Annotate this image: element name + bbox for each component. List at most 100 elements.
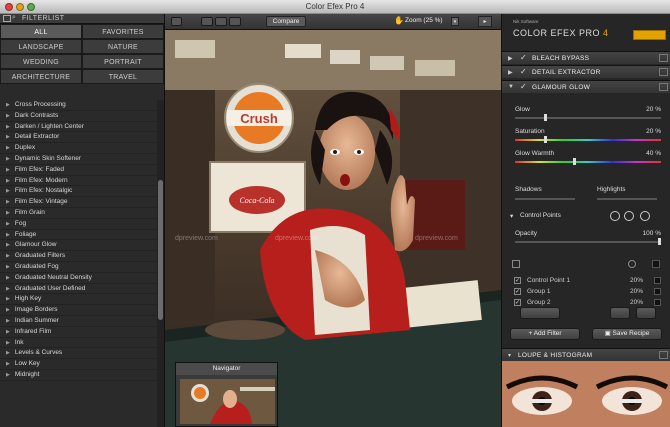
- section-glamour-glow[interactable]: ▼ ✓ GLAMOUR GLOW: [502, 80, 670, 93]
- filter-list-item[interactable]: ▶ Film Efex: Modern: [0, 176, 157, 187]
- filter-list-item[interactable]: ▶ Film Efex: Vintage: [0, 197, 157, 208]
- filter-list-item[interactable]: ▶ Film Grain: [0, 208, 157, 219]
- filter-list-item[interactable]: ▶ Film Efex: Nostalgic: [0, 186, 157, 198]
- chevron-down-icon[interactable]: ▾: [510, 212, 513, 220]
- slider-knob[interactable]: [658, 238, 661, 245]
- filter-list-item[interactable]: ▶ Foliage: [0, 230, 157, 241]
- split-view-button[interactable]: [215, 17, 227, 26]
- section-options-icon[interactable]: [659, 54, 668, 62]
- section-options-icon[interactable]: [659, 83, 668, 91]
- slider-track[interactable]: [515, 158, 661, 165]
- filter-list-item[interactable]: ▶ Infrared Film: [0, 327, 157, 338]
- section-loupe-histogram[interactable]: ▾ LOUPE & HISTOGRAM: [502, 348, 670, 361]
- category-portrait[interactable]: PORTRAIT: [82, 54, 164, 69]
- control-point-row[interactable]: ✓ Group 1 20%: [502, 287, 670, 298]
- filter-list-item[interactable]: ▶ Graduated Fog: [0, 262, 157, 273]
- toggle-right-panel-button[interactable]: ▸: [478, 16, 492, 27]
- checkbox[interactable]: ✓: [514, 277, 521, 284]
- mask-swatch-icon[interactable]: [652, 260, 660, 268]
- glow-warmth-slider[interactable]: Glow Warmth 40 %: [502, 148, 670, 168]
- mask-swatch-icon[interactable]: [654, 277, 661, 284]
- pin-icon[interactable]: [659, 351, 668, 359]
- filter-list-item[interactable]: ▶ Levels & Curves: [0, 348, 157, 360]
- group-control-point-button[interactable]: [636, 307, 656, 319]
- section-bleach-bypass[interactable]: ▶ ✓ BLEACH BYPASS: [502, 51, 670, 64]
- section-detail-extractor[interactable]: ▶ ✓ DETAIL EXTRACTOR: [502, 65, 670, 78]
- category-wedding[interactable]: WEDDING: [0, 54, 82, 69]
- shadows-label[interactable]: Shadows: [515, 186, 542, 193]
- chevron-down-icon[interactable]: ▾: [508, 352, 511, 359]
- glow-slider[interactable]: Glow 20 %: [502, 104, 670, 124]
- duplicate-control-point-button[interactable]: [610, 307, 630, 319]
- visibility-toggle-icon[interactable]: [512, 260, 520, 268]
- add-filter-button[interactable]: + Add Filter: [510, 328, 580, 340]
- save-recipe-button[interactable]: ▣ Save Recipe: [592, 328, 662, 340]
- image-canvas[interactable]: Crush Coca-Cola dpreview.com dpreview.co…: [165, 30, 501, 427]
- slider-knob[interactable]: [573, 158, 576, 165]
- remove-control-point-button[interactable]: [520, 307, 560, 319]
- filter-list-item[interactable]: ▶ Graduated Neutral Density: [0, 273, 157, 284]
- category-architecture[interactable]: ARCHITECTURE: [0, 69, 82, 84]
- circle-icon[interactable]: [628, 260, 636, 268]
- filter-list-item[interactable]: ▶ Dark Contrasts: [0, 111, 157, 122]
- navigator-thumbnail[interactable]: [180, 379, 275, 424]
- hand-tool-icon[interactable]: ✋: [393, 16, 405, 27]
- filter-list-item[interactable]: ▶ Graduated User Defined: [0, 284, 157, 295]
- checkmark-icon[interactable]: ✓: [520, 82, 527, 91]
- control-point-row[interactable]: ✓ Control Point 1 20%: [502, 276, 670, 287]
- opacity-slider[interactable]: Opacity 100 %: [502, 228, 670, 248]
- shadows-track[interactable]: [515, 198, 575, 200]
- zoom-dropdown[interactable]: ▾: [451, 17, 459, 26]
- chevron-right-icon[interactable]: ▶: [508, 69, 513, 76]
- slider-track[interactable]: [515, 114, 661, 121]
- filter-list-item[interactable]: ▶ Glamour Glow: [0, 240, 157, 252]
- slider-knob[interactable]: [544, 114, 547, 121]
- slider-track[interactable]: [515, 238, 661, 245]
- chevron-down-icon[interactable]: ▼: [508, 84, 514, 90]
- checkmark-icon[interactable]: ✓: [520, 53, 527, 62]
- side-by-side-view-button[interactable]: [229, 17, 241, 26]
- add-control-point-icon[interactable]: [610, 211, 620, 221]
- filter-list-item[interactable]: ▶ High Key: [0, 294, 157, 306]
- category-landscape[interactable]: LANDSCAPE: [0, 39, 82, 54]
- filter-list-scrollbar[interactable]: [157, 100, 164, 427]
- mask-swatch-icon[interactable]: [654, 299, 661, 306]
- control-point-icon[interactable]: [640, 211, 650, 221]
- category-travel[interactable]: TRAVEL: [82, 69, 164, 84]
- filter-list-item[interactable]: ▶ Detail Extractor: [0, 132, 157, 144]
- category-all[interactable]: ALL: [0, 24, 82, 39]
- filter-list-item[interactable]: ▶ Indian Summer: [0, 316, 157, 327]
- loupe-preview[interactable]: [502, 361, 670, 427]
- filter-list-item[interactable]: ▶ Graduated Filters: [0, 251, 157, 262]
- filter-list-item[interactable]: ▶ Midnight: [0, 370, 157, 381]
- toggle-filterlist-button[interactable]: [171, 17, 182, 26]
- filter-list-item[interactable]: ▶ Image Borders: [0, 305, 157, 316]
- filter-list-item[interactable]: ▶ Fog: [0, 219, 157, 230]
- filter-list-item[interactable]: ▶ Low Key: [0, 359, 157, 370]
- compare-button[interactable]: Compare: [266, 16, 306, 27]
- checkbox[interactable]: ✓: [514, 288, 521, 295]
- mask-swatch-icon[interactable]: [654, 288, 661, 295]
- filter-list-item[interactable]: ▶ Duplex: [0, 143, 157, 154]
- highlights-label[interactable]: Highlights: [597, 186, 626, 193]
- filter-list-item[interactable]: ▶ Ink: [0, 338, 157, 349]
- slider-knob[interactable]: [544, 136, 547, 143]
- filter-list-item[interactable]: ▶ Dynamic Skin Softener: [0, 154, 157, 165]
- slider-track[interactable]: [515, 136, 661, 143]
- add-negative-control-point-icon[interactable]: [624, 211, 634, 221]
- single-view-button[interactable]: [201, 17, 213, 26]
- chevron-right-icon[interactable]: ▶: [508, 55, 513, 62]
- filter-list-item[interactable]: ▶ Cross Processing: [0, 100, 157, 111]
- scrollbar-thumb[interactable]: [158, 180, 163, 320]
- filter-list-item[interactable]: ▶ Film Efex: Faded: [0, 165, 157, 176]
- search-icon[interactable]: ⌕: [12, 14, 16, 22]
- filterlist-toggle-icon[interactable]: [3, 15, 11, 22]
- saturation-slider[interactable]: Saturation 20 %: [502, 126, 670, 146]
- checkmark-icon[interactable]: ✓: [520, 67, 527, 76]
- checkbox[interactable]: ✓: [514, 299, 521, 306]
- category-favorites[interactable]: FAVORITES: [82, 24, 164, 39]
- category-nature[interactable]: NATURE: [82, 39, 164, 54]
- filter-list-item[interactable]: ▶ Darken / Lighten Center: [0, 122, 157, 133]
- highlights-track[interactable]: [597, 198, 657, 200]
- section-options-icon[interactable]: [659, 68, 668, 76]
